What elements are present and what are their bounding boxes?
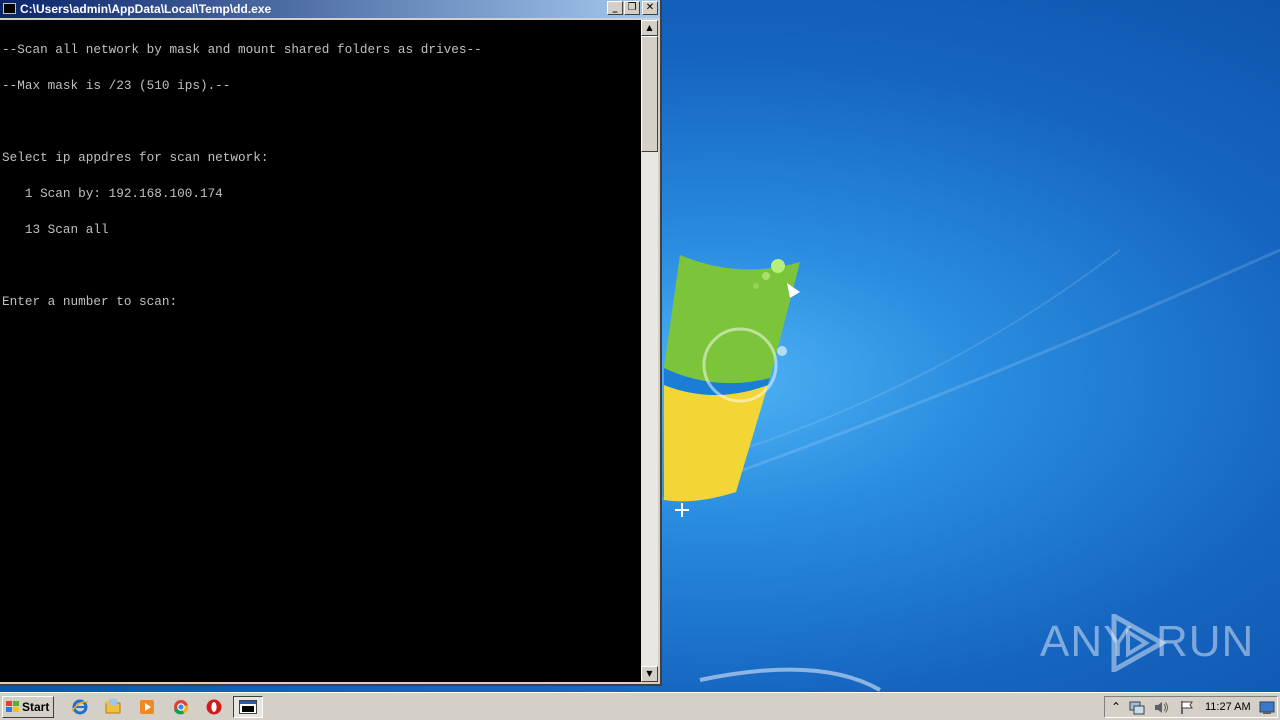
- clock[interactable]: 11:27 AM: [1205, 701, 1251, 713]
- console-output[interactable]: --Scan all network by mask and mount sha…: [0, 20, 641, 682]
- vertical-scrollbar[interactable]: ▲ ▼: [641, 20, 658, 682]
- opera-icon[interactable]: [205, 698, 223, 716]
- start-button[interactable]: Start: [2, 696, 54, 718]
- window-titlebar[interactable]: C:\Users\admin\AppData\Local\Temp\dd.exe…: [0, 0, 660, 18]
- console-line: 13 Scan all: [2, 222, 109, 237]
- scroll-up-button[interactable]: ▲: [641, 20, 658, 36]
- close-button[interactable]: ✕: [642, 1, 658, 15]
- windows-flag-icon: [6, 701, 19, 712]
- taskbar: Start ⌃ 11:27 AM: [0, 692, 1280, 720]
- chrome-icon[interactable]: [172, 698, 190, 716]
- media-player-icon[interactable]: [138, 698, 156, 716]
- console-line: --Scan all network by mask and mount sha…: [2, 42, 482, 57]
- console-taskbar-button[interactable]: [233, 696, 263, 718]
- restore-button[interactable]: ❐: [624, 1, 640, 15]
- window-title: C:\Users\admin\AppData\Local\Temp\dd.exe: [20, 2, 272, 16]
- console-prompt-line: Enter a number to scan:: [2, 294, 178, 309]
- explorer-folder-icon[interactable]: [104, 698, 122, 716]
- console-line: --Max mask is /23 (510 ips).--: [2, 78, 231, 93]
- watermark-run: RUN: [1156, 617, 1255, 666]
- show-hidden-icons-icon[interactable]: ⌃: [1111, 700, 1121, 714]
- console-line: 1 Scan by: 192.168.100.174: [2, 186, 223, 201]
- console-line: Select ip appdres for scan network:: [2, 150, 269, 165]
- volume-icon[interactable]: [1153, 700, 1169, 715]
- start-label: Start: [22, 700, 50, 714]
- console-window-icon: [239, 700, 257, 714]
- minimize-button[interactable]: _: [607, 1, 623, 15]
- scroll-thumb[interactable]: [641, 36, 658, 152]
- console-app-icon[interactable]: [3, 3, 16, 14]
- show-desktop-icon[interactable]: [1259, 700, 1275, 715]
- scroll-down-button[interactable]: ▼: [641, 666, 658, 682]
- internet-explorer-icon[interactable]: [71, 698, 89, 716]
- action-center-icon[interactable]: [1129, 700, 1145, 715]
- flag-notification-icon[interactable]: [1179, 700, 1195, 715]
- system-tray: ⌃ 11:27 AM: [1104, 696, 1278, 718]
- console-window[interactable]: C:\Users\admin\AppData\Local\Temp\dd.exe…: [0, 0, 662, 686]
